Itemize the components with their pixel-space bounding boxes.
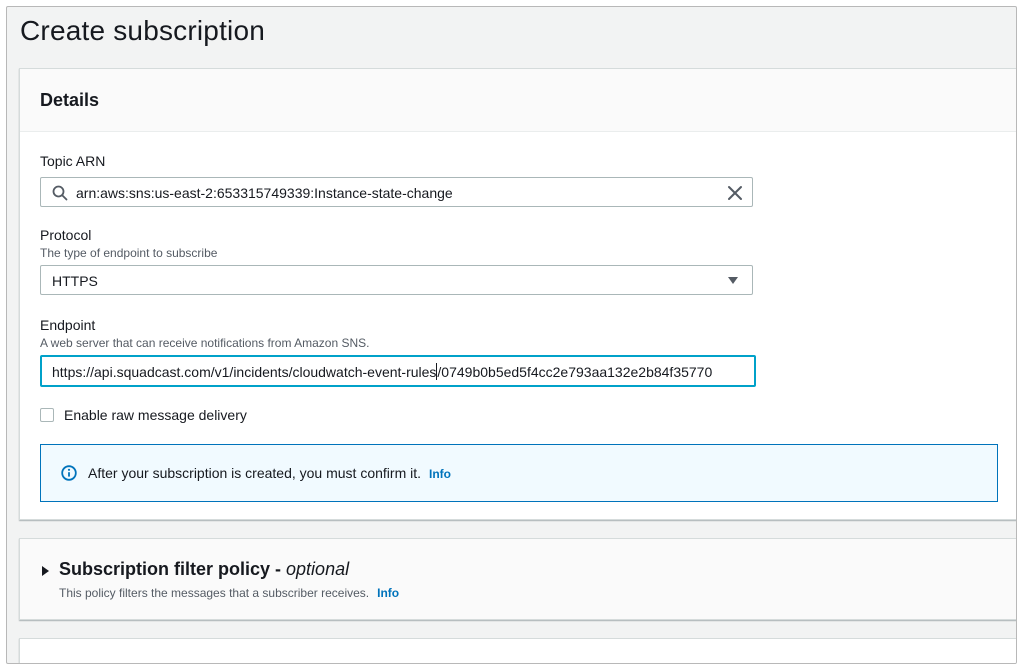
filter-info-link[interactable]: Info bbox=[377, 586, 399, 600]
filter-policy-title[interactable]: Subscription filter policy - optional bbox=[59, 559, 349, 580]
protocol-label: Protocol bbox=[40, 227, 92, 243]
raw-delivery-checkbox[interactable] bbox=[40, 408, 54, 422]
endpoint-input[interactable]: https://api.squadcast.com/v1/incidents/c… bbox=[40, 355, 756, 387]
page-title: Create subscription bbox=[20, 15, 266, 46]
info-icon bbox=[61, 465, 77, 481]
details-panel: Details Topic ARN arn:aws:sns:us-east-2:… bbox=[19, 68, 1016, 520]
endpoint-value: https://api.squadcast.com/v1/incidents/c… bbox=[52, 363, 712, 380]
protocol-selected-value: HTTPS bbox=[52, 273, 98, 289]
browser-frame: Create subscription Details Topic ARN ar… bbox=[6, 6, 1017, 664]
endpoint-value-after-cursor: /0749b0b5ed5f4cc2e793aa132e2b84f35770 bbox=[437, 364, 713, 380]
topic-arn-input[interactable]: arn:aws:sns:us-east-2:653315749339:Insta… bbox=[40, 177, 753, 207]
details-heading: Details bbox=[40, 90, 100, 110]
next-panel bbox=[19, 638, 1016, 663]
endpoint-label: Endpoint bbox=[40, 317, 96, 333]
alert-message: After your subscription is created, you … bbox=[88, 465, 451, 481]
protocol-description: The type of endpoint to subscribe bbox=[40, 246, 218, 260]
topic-arn-label: Topic ARN bbox=[40, 153, 106, 169]
info-alert: After your subscription is created, you … bbox=[40, 444, 998, 502]
endpoint-value-before-cursor: https://api.squadcast.com/v1/incidents/c… bbox=[52, 364, 437, 380]
filter-policy-panel[interactable]: Subscription filter policy - optional Th… bbox=[19, 538, 1016, 620]
search-icon bbox=[52, 185, 68, 201]
filter-policy-optional: optional bbox=[286, 559, 350, 579]
filter-policy-title-text: Subscription filter policy - bbox=[59, 559, 287, 579]
filter-policy-description: This policy filters the messages that a … bbox=[59, 586, 399, 600]
raw-delivery-label[interactable]: Enable raw message delivery bbox=[64, 407, 247, 423]
alert-text: After your subscription is created, you … bbox=[88, 465, 422, 481]
close-icon[interactable] bbox=[726, 184, 744, 202]
details-panel-header: Details bbox=[20, 69, 1016, 132]
topic-arn-value: arn:aws:sns:us-east-2:653315749339:Insta… bbox=[76, 185, 453, 201]
protocol-select[interactable]: HTTPS bbox=[40, 265, 753, 295]
caret-right-icon[interactable] bbox=[42, 566, 49, 576]
caret-down-icon bbox=[728, 277, 738, 284]
alert-info-link[interactable]: Info bbox=[429, 467, 451, 481]
endpoint-description: A web server that can receive notificati… bbox=[40, 336, 370, 350]
filter-policy-description-text: This policy filters the messages that a … bbox=[59, 586, 370, 600]
